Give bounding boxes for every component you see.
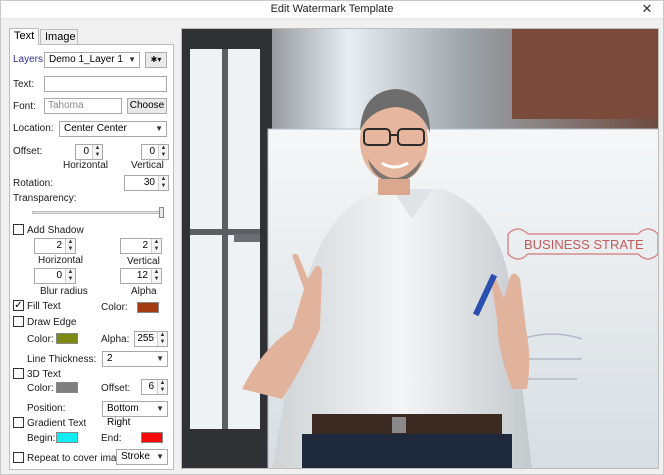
chevron-down-icon: ▼ — [156, 404, 164, 413]
blur-radius-caption: Blur radius — [40, 286, 88, 297]
spin-arrows-icon[interactable]: ▲ ▼ — [158, 176, 168, 190]
spin-arrows-icon[interactable]: ▲ ▼ — [157, 380, 167, 394]
text-settings-panel: Layers: Demo 1_Layer 1 ▼ ✱▾ Text: Font: T… — [9, 44, 174, 470]
spin-arrows-icon[interactable]: ▲ ▼ — [65, 239, 75, 253]
window-title: Edit Watermark Template — [270, 3, 394, 15]
gradient-text-label: Gradient Text — [27, 418, 87, 429]
chevron-down-icon: ▼ — [155, 124, 163, 133]
layers-select[interactable]: Demo 1_Layer 1 ▼ — [44, 52, 140, 68]
gradient-text-checkbox[interactable] — [13, 417, 24, 428]
layer-options-button[interactable]: ✱▾ — [145, 52, 167, 68]
shadow-horizontal-value: 2 — [56, 240, 62, 251]
chevron-down-icon: ▼ — [156, 452, 164, 461]
spin-arrows-icon[interactable]: ▲ ▼ — [158, 145, 168, 159]
spin-arrows-icon[interactable]: ▲ ▼ — [151, 239, 161, 253]
preview-image: BUSINESS STRATE — [181, 28, 659, 469]
alpha-value: 12 — [136, 270, 148, 281]
font-field[interactable]: Tahoma — [44, 98, 122, 114]
text3d-label: 3D Text — [27, 369, 61, 380]
transparency-slider-track[interactable] — [32, 211, 162, 214]
transparency-slider-thumb[interactable] — [159, 207, 164, 218]
edit-watermark-window: Edit Watermark Template ✕ Text Image Lay… — [0, 0, 664, 475]
stroke-value: Stroke — [121, 451, 150, 462]
fill-color-label: Color: — [101, 302, 128, 313]
whiteboard-text: BUSINESS STRATE — [524, 237, 644, 252]
alpha-caption: Alpha — [131, 286, 157, 297]
spin-arrows-icon[interactable]: ▲ ▼ — [92, 145, 102, 159]
repeat-label: Repeat to cover image — [27, 453, 128, 464]
offset-vertical-caption: Vertical — [131, 160, 164, 171]
gradient-end-label: End: — [101, 433, 122, 444]
draw-edge-checkbox[interactable] — [13, 316, 24, 327]
fill-text-label: Fill Text — [27, 301, 61, 312]
gear-icon: ✱▾ — [150, 55, 162, 64]
line-thickness-value: 2 — [107, 353, 113, 364]
layers-value: Demo 1_Layer 1 — [49, 54, 123, 65]
shadow-vertical-stepper[interactable]: 2 ▲ ▼ — [120, 238, 162, 254]
text3d-offset-stepper[interactable]: 6 ▲ ▼ — [141, 379, 168, 395]
shadow-vertical-value: 2 — [142, 240, 148, 251]
spin-arrows-icon[interactable]: ▲ ▼ — [151, 269, 161, 283]
text3d-offset-label: Offset: — [101, 383, 131, 394]
spin-arrows-icon[interactable]: ▲ ▼ — [157, 332, 167, 346]
choose-font-button[interactable]: Choose — [127, 98, 167, 114]
tab-image[interactable]: Image — [40, 29, 78, 44]
stroke-select[interactable]: Stroke ▼ — [116, 449, 168, 465]
offset-horizontal-stepper[interactable]: 0 ▲ ▼ — [75, 144, 103, 160]
blur-radius-value: 0 — [56, 270, 62, 281]
repeat-checkbox[interactable] — [13, 452, 24, 463]
edge-color-label: Color: — [27, 334, 54, 345]
blur-radius-stepper[interactable]: 0 ▲ ▼ — [34, 268, 76, 284]
spin-arrows-icon[interactable]: ▲ ▼ — [65, 269, 75, 283]
text-input[interactable] — [44, 76, 167, 92]
add-shadow-checkbox[interactable] — [13, 224, 24, 235]
location-label: Location: — [13, 123, 54, 134]
fill-color-swatch[interactable] — [137, 302, 159, 313]
edge-alpha-label: Alpha: — [101, 334, 130, 345]
location-value: Center Center — [64, 123, 127, 134]
layers-label: Layers: — [13, 54, 46, 65]
font-label: Font: — [13, 101, 36, 112]
offset-horizontal-caption: Horizontal — [63, 160, 109, 171]
add-shadow-label: Add Shadow — [27, 225, 84, 236]
title-bar: Edit Watermark Template ✕ — [1, 1, 663, 19]
gradient-begin-swatch[interactable] — [56, 432, 78, 443]
chevron-down-icon: ▼ — [128, 55, 136, 64]
position-value: Bottom Right — [107, 403, 139, 428]
offset-horizontal-value: 0 — [83, 146, 89, 157]
tab-text[interactable]: Text — [9, 28, 39, 45]
edge-alpha-stepper[interactable]: 255 ▲ ▼ — [134, 331, 168, 347]
gradient-begin-label: Begin: — [27, 433, 56, 444]
shadow-horizontal-stepper[interactable]: 2 ▲ ▼ — [34, 238, 76, 254]
text-label: Text: — [13, 79, 35, 90]
close-button[interactable]: ✕ — [639, 2, 655, 16]
rotation-label: Rotation: — [13, 178, 54, 189]
edge-color-swatch[interactable] — [56, 333, 78, 344]
shadow-horizontal-caption: Horizontal — [38, 255, 84, 266]
fill-text-checkbox[interactable]: ✓ — [13, 300, 24, 311]
gradient-end-swatch[interactable] — [141, 432, 163, 443]
offset-label: Offset: — [13, 146, 43, 157]
shadow-vertical-caption: Vertical — [127, 256, 160, 267]
position-select[interactable]: Bottom Right ▼ — [102, 401, 168, 428]
draw-edge-label: Draw Edge — [27, 317, 77, 328]
text3d-color-label: Color: — [27, 383, 54, 394]
position-label: Position: — [27, 403, 66, 414]
line-thickness-select[interactable]: 2 ▼ — [102, 351, 168, 367]
offset-vertical-stepper[interactable]: 0 ▲ ▼ — [141, 144, 169, 160]
edge-alpha-value: 255 — [137, 333, 154, 344]
text3d-offset-value: 6 — [148, 381, 154, 392]
preview-photo: BUSINESS STRATE — [182, 29, 658, 468]
text3d-color-swatch[interactable] — [56, 382, 78, 393]
text3d-checkbox[interactable] — [13, 368, 24, 379]
line-thickness-label: Line Thickness: — [27, 354, 97, 365]
transparency-label: Transparency: — [13, 193, 77, 204]
location-select[interactable]: Center Center ▼ — [59, 121, 167, 137]
alpha-stepper[interactable]: 12 ▲ ▼ — [120, 268, 162, 284]
offset-vertical-value: 0 — [149, 146, 155, 157]
chevron-down-icon: ▼ — [156, 354, 164, 363]
rotation-value: 30 — [143, 177, 155, 188]
rotation-stepper[interactable]: 30 ▲ ▼ — [124, 175, 169, 191]
